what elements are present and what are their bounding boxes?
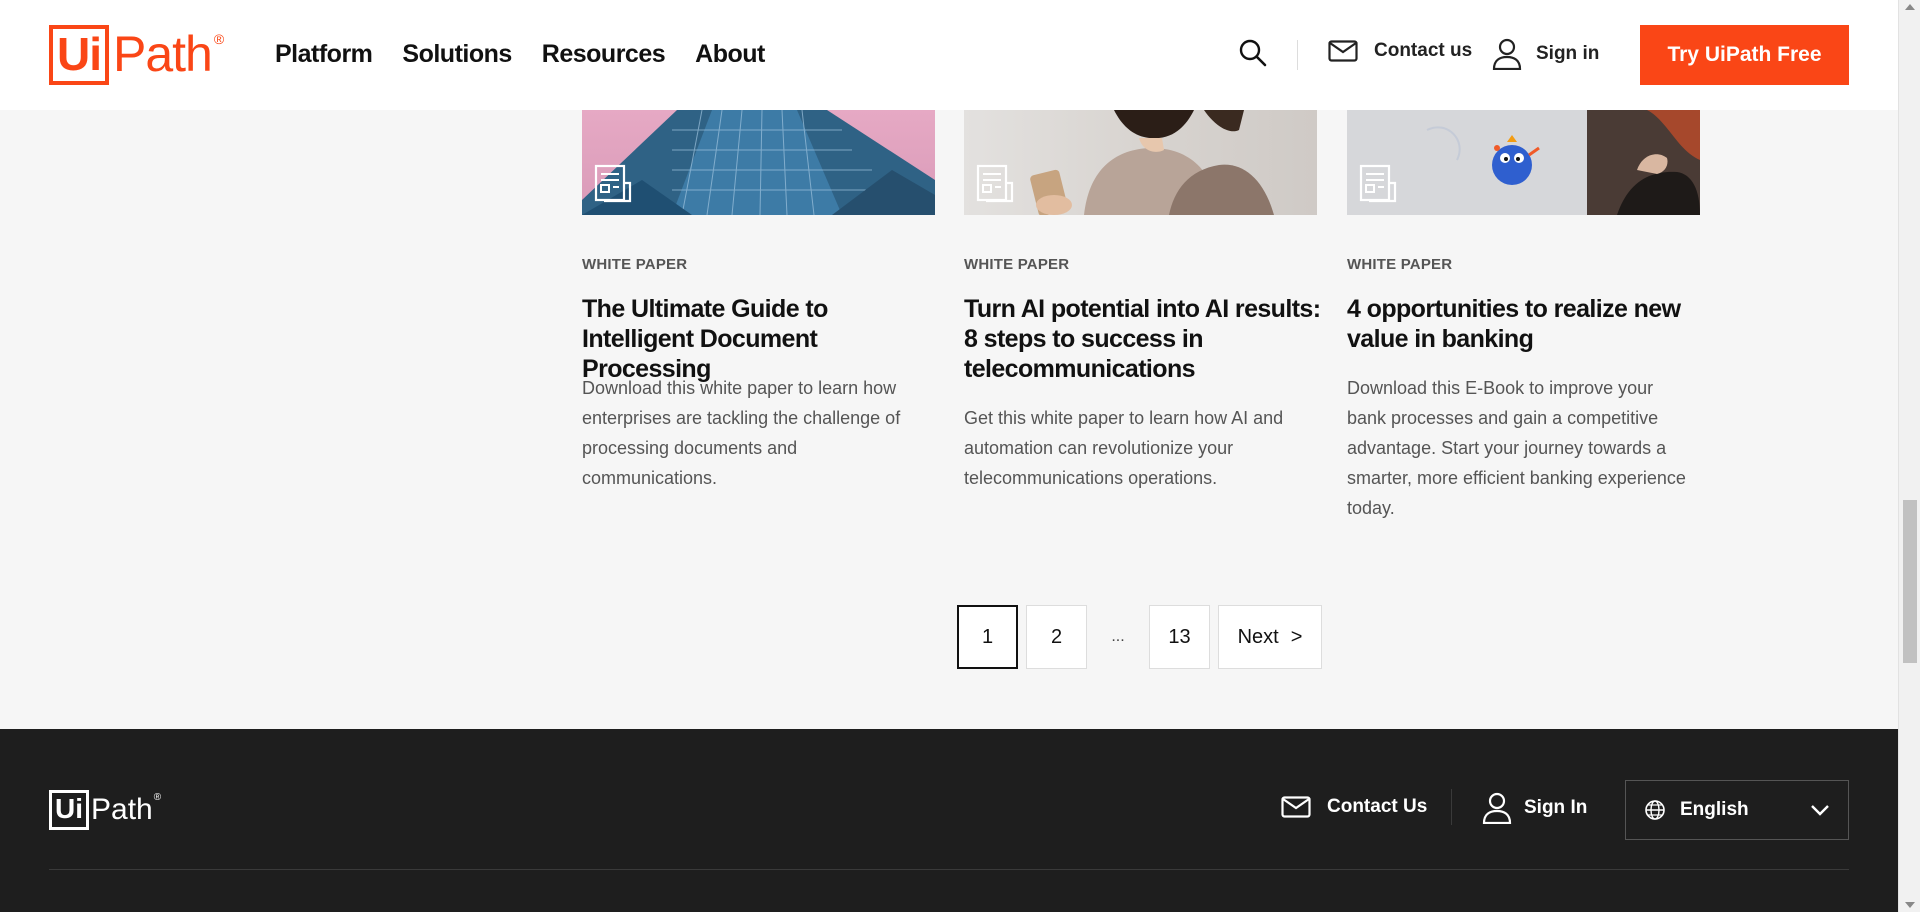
language-select[interactable]: English: [1625, 780, 1849, 840]
page-13-button[interactable]: 13: [1149, 605, 1210, 669]
header-signin-link[interactable]: Sign in: [1492, 38, 1599, 70]
pagination-ellipsis: ...: [1111, 628, 1125, 645]
document-icon: [1359, 164, 1397, 203]
chevron-down-icon: [1811, 805, 1829, 816]
card-tag: WHITE PAPER: [1347, 256, 1453, 273]
uipath-logo[interactable]: Ui Path ®: [49, 25, 224, 85]
card-tag: WHITE PAPER: [964, 256, 1070, 273]
footer-signin-label: Sign In: [1524, 797, 1588, 818]
footer-logo-box: Ui: [49, 790, 89, 830]
card-title[interactable]: Turn AI potential into AI results: 8 ste…: [964, 294, 1324, 384]
card-image: [1347, 110, 1700, 215]
header-signin-label: Sign in: [1536, 43, 1600, 64]
site-header: Ui Path ® Platform Solutions Resources A…: [0, 0, 1898, 110]
card-image: [582, 110, 935, 215]
try-free-button[interactable]: Try UiPath Free: [1640, 25, 1849, 85]
nav-platform[interactable]: Platform: [275, 40, 373, 69]
card-title[interactable]: The Ultimate Guide to Intelligent Docume…: [582, 294, 942, 384]
user-icon: [1482, 792, 1512, 824]
nav-about[interactable]: About: [695, 40, 765, 69]
mail-icon: [1328, 40, 1358, 62]
user-icon: [1492, 38, 1522, 70]
footer-signin-link[interactable]: Sign In: [1482, 792, 1587, 824]
card-image: [964, 110, 1317, 215]
resource-card[interactable]: WHITE PAPER Turn AI potential into AI re…: [964, 110, 1321, 488]
main-nav: Platform Solutions Resources About: [275, 40, 765, 69]
footer-separator: [49, 869, 1849, 870]
next-label: Next: [1237, 625, 1279, 648]
scroll-up-arrow-icon[interactable]: [1905, 4, 1915, 10]
scroll-down-arrow-icon[interactable]: [1905, 902, 1915, 908]
header-divider: [1297, 40, 1298, 70]
footer-uipath-logo[interactable]: Ui Path ®: [49, 790, 161, 830]
language-label: English: [1680, 799, 1749, 820]
page-1-button[interactable]: 1: [957, 605, 1018, 669]
resource-card[interactable]: WHITE PAPER The Ultimate Guide to Intell…: [582, 110, 935, 488]
globe-icon: [1645, 800, 1665, 820]
scrollbar-thumb[interactable]: [1903, 500, 1917, 663]
header-contact-link[interactable]: Contact us: [1328, 40, 1472, 62]
logo-text: Path: [113, 26, 213, 82]
footer-logo-text: Path: [91, 793, 153, 826]
mail-icon: [1281, 796, 1311, 818]
footer-divider: [1451, 789, 1452, 825]
logo-registered: ®: [213, 31, 225, 47]
card-description: Download this white paper to learn how e…: [582, 378, 901, 488]
next-page-button[interactable]: Next >: [1218, 605, 1322, 669]
pagination: 1 2 ... 13 Next >: [957, 605, 1322, 669]
search-icon[interactable]: [1238, 38, 1268, 68]
page-2-button[interactable]: 2: [1026, 605, 1087, 669]
header-contact-label: Contact us: [1374, 40, 1473, 61]
site-footer: Ui Path ® Contact Us Sign In English: [0, 729, 1898, 912]
card-description: Download this E-Book to improve your ban…: [1347, 378, 1686, 518]
chevron-right-icon: >: [1290, 625, 1303, 648]
nav-solutions[interactable]: Solutions: [402, 40, 512, 69]
resource-card[interactable]: WHITE PAPER 4 opportunities to realize n…: [1347, 110, 1700, 518]
card-title[interactable]: 4 opportunities to realize new value in …: [1347, 294, 1707, 354]
footer-contact-link[interactable]: Contact Us: [1281, 796, 1427, 818]
page-scrollbar[interactable]: [1898, 0, 1920, 912]
footer-logo-registered: ®: [153, 792, 162, 803]
card-description: Get this white paper to learn how AI and…: [964, 408, 1284, 488]
nav-resources[interactable]: Resources: [542, 40, 666, 69]
document-icon: [976, 164, 1014, 203]
card-tag: WHITE PAPER: [582, 256, 688, 273]
logo-box: Ui: [49, 25, 109, 85]
document-icon: [594, 164, 632, 203]
footer-contact-label: Contact Us: [1327, 796, 1428, 817]
